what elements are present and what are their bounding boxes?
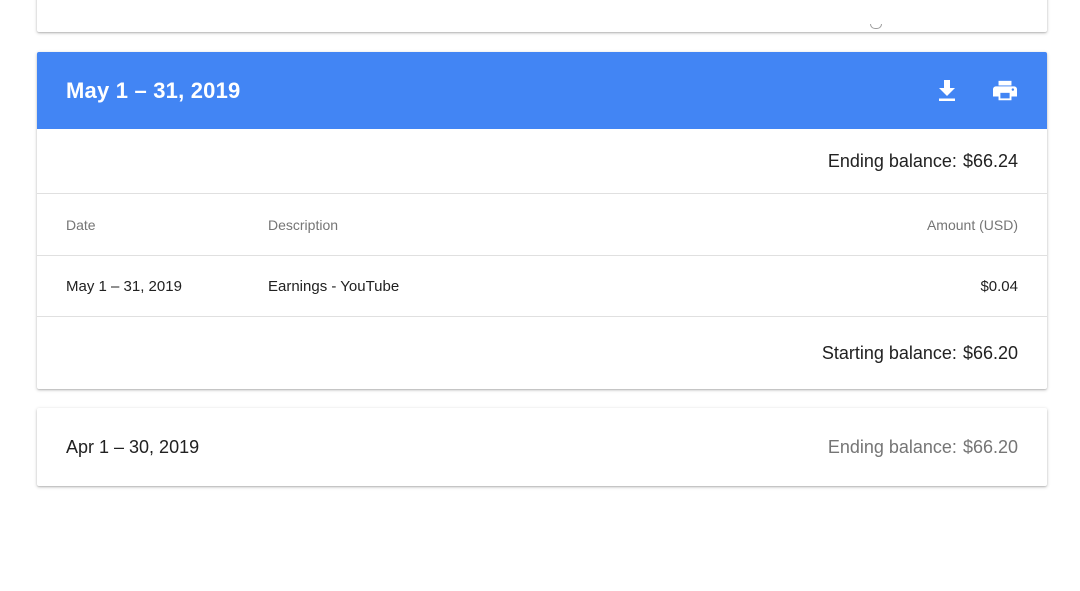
statement-card-may-2019: May 1 – 31, 2019 Ending balance:$66.24 — [37, 52, 1047, 389]
statement-card-apr-2019[interactable]: Apr 1 – 30, 2019 Ending balance: $66.20 — [37, 408, 1047, 486]
table-row: May 1 – 31, 2019 Earnings - YouTube $0.0… — [37, 256, 1047, 316]
row-amount: $0.04 — [980, 277, 1018, 295]
statement-summary-row[interactable]: Apr 1 – 30, 2019 Ending balance: $66.20 — [37, 408, 1047, 486]
ending-balance-value: $66.20 — [962, 436, 1018, 457]
download-icon[interactable] — [935, 79, 959, 103]
ending-balance-label: Ending balance: — [827, 436, 957, 457]
starting-balance-row: Starting balance: $66.20 — [37, 317, 1047, 389]
table-header-row: Date Description Amount (USD) — [37, 194, 1047, 255]
ending-balance-value: $66.24 — [962, 150, 1018, 171]
statement-title: Apr 1 – 30, 2019 — [66, 436, 200, 457]
cropped-text-fragment — [870, 24, 882, 29]
header-actions — [935, 52, 1017, 129]
row-description: Earnings - YouTube — [268, 277, 400, 295]
ending-balance: Ending balance: $66.20 — [828, 437, 1018, 458]
starting-balance-label: Starting balance: — [821, 342, 957, 363]
row-date: May 1 – 31, 2019 — [66, 277, 182, 295]
ending-balance-label: Ending balance: — [827, 150, 957, 171]
statement-title: May 1 – 31, 2019 — [66, 77, 241, 103]
starting-balance-value: $66.20 — [962, 342, 1018, 363]
ending-balance-row: Ending balance: $66.24 — [37, 129, 1047, 193]
column-header-date: Date — [66, 216, 96, 233]
previous-statement-card[interactable] — [37, 0, 1047, 32]
column-header-description: Description — [268, 216, 339, 233]
print-icon[interactable] — [993, 79, 1017, 103]
statement-header[interactable]: May 1 – 31, 2019 — [37, 52, 1047, 129]
column-header-amount: Amount (USD) — [926, 216, 1018, 233]
page: { "statement_may": { "title": "May 1 – 3… — [0, 0, 1080, 591]
